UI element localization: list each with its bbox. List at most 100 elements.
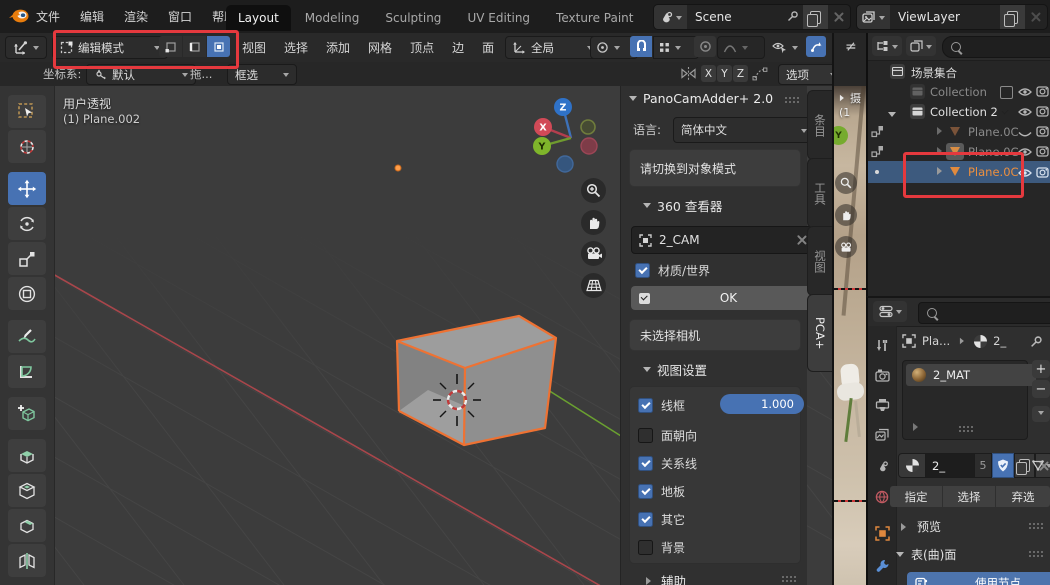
material-slot-row[interactable]: 2_MAT xyxy=(906,364,1036,386)
tab-object[interactable] xyxy=(871,522,893,544)
face-orientation-checkbox[interactable] xyxy=(638,428,653,443)
eye-icon[interactable] xyxy=(1018,106,1032,120)
wireframe-toggle[interactable]: 线框 xyxy=(638,397,685,414)
users-count-button[interactable]: 5 xyxy=(974,453,992,478)
face-select-button[interactable] xyxy=(207,36,230,57)
surface-grip[interactable] xyxy=(1028,550,1043,557)
relationship-lines-checkbox[interactable] xyxy=(638,456,653,471)
sidebar-tab-item[interactable]: 条目 xyxy=(807,90,832,160)
slot-specials-button[interactable] xyxy=(1032,406,1050,422)
tool-annotate[interactable] xyxy=(8,320,46,353)
menu-vertex[interactable]: 顶点 xyxy=(401,33,443,62)
list-grip[interactable] xyxy=(958,425,973,432)
camera-visibility-icon[interactable] xyxy=(1036,125,1049,140)
language-dropdown[interactable]: 简体中文 xyxy=(673,117,815,143)
expand-icon[interactable] xyxy=(937,167,946,175)
material-name-field[interactable]: 2_ xyxy=(926,453,974,478)
sidebar-tab-tool[interactable]: 工具 xyxy=(807,158,832,228)
zoom-button[interactable] xyxy=(581,178,606,203)
mini-zoom-button[interactable] xyxy=(835,172,857,194)
snap-target-dropdown[interactable] xyxy=(653,36,699,59)
properties-editor-type-button[interactable] xyxy=(873,301,907,322)
mirror-y-button[interactable]: Y xyxy=(717,65,732,82)
outliner-row-collection[interactable]: Collection xyxy=(868,82,1050,102)
mini-viewport[interactable]: 摄 (1 Y xyxy=(832,86,868,585)
editor-type-button[interactable] xyxy=(5,36,47,59)
properties-search-field[interactable] xyxy=(918,302,1050,324)
mode-selector[interactable]: 编辑模式 xyxy=(52,36,168,59)
menu-add[interactable]: 添加 xyxy=(317,33,359,62)
menu-file[interactable]: 文件 xyxy=(26,0,70,33)
ok-button[interactable]: OK xyxy=(631,286,815,310)
scene-name[interactable]: Scene xyxy=(687,10,783,24)
menu-edge[interactable]: 边 xyxy=(443,33,473,62)
assign-button[interactable]: 指定 xyxy=(890,486,942,507)
camera-visibility-icon[interactable] xyxy=(1036,85,1049,100)
falloff-dropdown[interactable] xyxy=(717,36,765,59)
menu-render[interactable]: 渲染 xyxy=(114,0,158,33)
tab-viewlayer[interactable] xyxy=(871,424,893,446)
tool-rotate[interactable] xyxy=(8,207,46,240)
tool-bevel[interactable] xyxy=(8,509,46,542)
mini-pan-button[interactable] xyxy=(835,204,857,226)
toggle-face-orientation[interactable]: 面朝向 xyxy=(638,427,697,444)
new-scene-button[interactable] xyxy=(803,5,828,29)
pin-icon[interactable] xyxy=(1030,335,1043,351)
fake-user-button[interactable] xyxy=(992,453,1014,478)
eye-icon[interactable] xyxy=(1018,167,1032,181)
snap-toggle-button[interactable] xyxy=(630,36,652,57)
tab-scene[interactable] xyxy=(871,456,893,478)
deselect-button[interactable]: 弃选 xyxy=(996,486,1050,507)
select-tool-dropdown[interactable]: 框选 xyxy=(227,64,297,85)
menu-select[interactable]: 选择 xyxy=(275,33,317,62)
tool-move[interactable] xyxy=(8,172,46,205)
outliner-row-collection-2[interactable]: Collection 2 xyxy=(868,102,1050,122)
outliner-row-plane-3-selected[interactable]: Plane.0C xyxy=(868,161,1050,183)
camera-visibility-icon[interactable] xyxy=(1036,105,1049,120)
expand-icon[interactable] xyxy=(888,112,896,121)
viewer-section-header[interactable]: 360 查看器 xyxy=(643,196,722,215)
outliner-row-scene-collection[interactable]: 场景集合 xyxy=(868,62,1050,82)
remove-viewlayer-button[interactable] xyxy=(1025,12,1047,22)
tool-cursor[interactable] xyxy=(8,130,46,163)
eye-icon[interactable] xyxy=(1018,146,1032,160)
eye-closed-icon[interactable] xyxy=(1018,128,1032,142)
other-checkbox[interactable] xyxy=(638,512,653,527)
outliner-display-button[interactable] xyxy=(906,36,936,56)
preview-section-header[interactable]: 预览 xyxy=(898,518,941,535)
mini-camera-button[interactable] xyxy=(835,236,857,258)
breadcrumb-material-name[interactable]: 2_ xyxy=(993,334,1006,348)
workspace-tab-uv-editing[interactable]: UV Editing xyxy=(455,5,542,31)
remove-slot-button[interactable]: − xyxy=(1032,380,1050,398)
tool-transform[interactable] xyxy=(8,277,46,310)
aux-section-header[interactable]: 辅助 xyxy=(643,571,686,585)
sidebar-tab-view[interactable]: 视图 xyxy=(807,226,832,296)
tool-select-box[interactable] xyxy=(8,95,46,128)
add-slot-button[interactable]: + xyxy=(1032,360,1050,378)
tool-scale[interactable] xyxy=(8,242,46,275)
edge-select-button[interactable] xyxy=(183,36,206,57)
use-nodes-button[interactable]: 使用节点 xyxy=(907,572,1050,585)
outliner-filter-button[interactable] xyxy=(872,36,902,56)
outliner-row-plane-1[interactable]: Plane.0C xyxy=(868,122,1050,142)
menu-view[interactable]: 视图 xyxy=(233,33,275,62)
aux-grip[interactable] xyxy=(781,575,796,582)
collection-exclude-checkbox[interactable] xyxy=(1000,86,1013,99)
camera-visibility-icon[interactable] xyxy=(1036,166,1049,181)
camera-visibility-icon[interactable] xyxy=(1036,145,1049,160)
tab-tool[interactable] xyxy=(871,334,893,356)
tool-add-cube[interactable] xyxy=(8,397,46,430)
wireframe-slider[interactable]: 1.000 xyxy=(720,394,804,414)
menu-window[interactable]: 窗口 xyxy=(158,0,202,33)
select-button[interactable]: 选择 xyxy=(943,486,995,507)
pin-icon[interactable] xyxy=(783,10,803,25)
tab-modifiers[interactable] xyxy=(871,554,893,576)
ortho-toggle-button[interactable] xyxy=(581,273,606,298)
menu-mesh[interactable]: 网格 xyxy=(359,33,401,62)
background-checkbox[interactable] xyxy=(638,540,653,555)
preview-grip[interactable] xyxy=(1028,522,1043,529)
orientation-dropdown[interactable]: 全局 xyxy=(505,36,601,59)
tool-measure[interactable] xyxy=(8,355,46,388)
view-settings-header[interactable]: 视图设置 xyxy=(643,360,707,379)
material-world-checkbox[interactable] xyxy=(635,263,650,278)
